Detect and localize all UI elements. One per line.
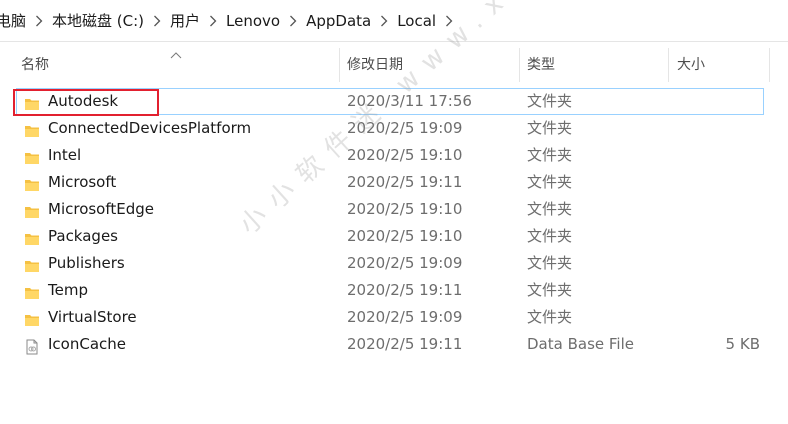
chevron-right-icon[interactable] (146, 14, 168, 28)
file-date: 2020/2/5 19:11 (347, 281, 463, 299)
chevron-right-icon[interactable] (373, 14, 395, 28)
file-date: 2020/2/5 19:09 (347, 308, 463, 326)
file-row-microsoftedge[interactable]: MicrosoftEdge 2020/2/5 19:10 文件夹 (0, 196, 788, 223)
file-date: 2020/2/5 19:11 (347, 335, 463, 353)
file-date: 2020/2/5 19:10 (347, 227, 463, 245)
file-name: Intel (48, 146, 82, 164)
file-date: 2020/2/5 19:09 (347, 119, 463, 137)
file-name: IconCache (48, 335, 127, 353)
file-row-connecteddevicesplatform[interactable]: ConnectedDevicesPlatform 2020/2/5 19:09 … (0, 115, 788, 142)
file-name: MicrosoftEdge (48, 200, 155, 218)
file-icon (24, 337, 40, 355)
file-row-autodesk[interactable]: Autodesk 2020/3/11 17:56 文件夹 (16, 88, 764, 115)
breadcrumb-item-lenovo[interactable]: Lenovo (224, 12, 282, 30)
column-header-date[interactable]: 修改日期 (347, 50, 517, 80)
folder-icon (24, 148, 40, 164)
column-header-size[interactable]: 大小 (677, 50, 767, 80)
breadcrumb-item-pc[interactable]: 电脑 (0, 10, 28, 31)
file-name: Publishers (48, 254, 125, 272)
chevron-right-icon[interactable] (28, 14, 50, 28)
folder-icon (24, 94, 40, 110)
chevron-right-icon[interactable] (202, 14, 224, 28)
file-name: Packages (48, 227, 118, 245)
column-divider[interactable] (668, 48, 669, 82)
folder-icon (24, 202, 40, 218)
file-row-temp[interactable]: Temp 2020/2/5 19:11 文件夹 (0, 277, 788, 304)
folder-icon (24, 283, 40, 299)
file-type: 文件夹 (527, 146, 573, 164)
file-date: 2020/2/5 19:10 (347, 146, 463, 164)
file-name: VirtualStore (48, 308, 137, 326)
column-divider[interactable] (769, 48, 770, 82)
file-row-packages[interactable]: Packages 2020/2/5 19:10 文件夹 (0, 223, 788, 250)
file-type: 文件夹 (527, 227, 573, 245)
file-type: 文件夹 (527, 119, 573, 137)
file-list: Autodesk 2020/3/11 17:56 文件夹 ConnectedDe… (0, 88, 788, 358)
folder-icon (24, 256, 40, 272)
file-type: Data Base File (527, 335, 634, 353)
file-row-intel[interactable]: Intel 2020/2/5 19:10 文件夹 (0, 142, 788, 169)
file-type: 文件夹 (527, 92, 573, 110)
file-date: 2020/2/5 19:09 (347, 254, 463, 272)
folder-icon (24, 121, 40, 137)
file-name: Microsoft (48, 173, 117, 191)
breadcrumb-item-local[interactable]: Local (395, 12, 438, 30)
column-header-row: 名称 修改日期 类型 大小 (0, 42, 788, 86)
column-divider[interactable] (519, 48, 520, 82)
file-type: 文件夹 (527, 308, 573, 326)
folder-icon (24, 175, 40, 191)
chevron-right-icon[interactable] (438, 14, 460, 28)
file-type: 文件夹 (527, 200, 573, 218)
file-date: 2020/3/11 17:56 (347, 92, 472, 110)
chevron-right-icon[interactable] (282, 14, 304, 28)
file-name: Temp (48, 281, 88, 299)
column-divider[interactable] (339, 48, 340, 82)
file-row-virtualstore[interactable]: VirtualStore 2020/2/5 19:09 文件夹 (0, 304, 788, 331)
folder-icon (24, 229, 40, 245)
file-row-publishers[interactable]: Publishers 2020/2/5 19:09 文件夹 (0, 250, 788, 277)
file-type: 文件夹 (527, 281, 573, 299)
file-name: Autodesk (48, 92, 119, 110)
breadcrumb: 电脑 本地磁盘 (C:) 用户 Lenovo AppData Local (0, 0, 788, 42)
breadcrumb-item-disk[interactable]: 本地磁盘 (C:) (50, 10, 146, 31)
breadcrumb-item-users[interactable]: 用户 (168, 10, 202, 31)
file-type: 文件夹 (527, 254, 573, 272)
file-date: 2020/2/5 19:11 (347, 173, 463, 191)
column-header-name[interactable]: 名称 (21, 50, 339, 80)
file-date: 2020/2/5 19:10 (347, 200, 463, 218)
column-header-type[interactable]: 类型 (527, 50, 667, 80)
file-row-microsoft[interactable]: Microsoft 2020/2/5 19:11 文件夹 (0, 169, 788, 196)
file-row-iconcache[interactable]: IconCache 2020/2/5 19:11 Data Base File … (0, 331, 788, 358)
breadcrumb-item-appdata[interactable]: AppData (304, 12, 373, 30)
folder-icon (24, 310, 40, 326)
file-size: 5 KB (725, 335, 760, 353)
file-name: ConnectedDevicesPlatform (48, 119, 252, 137)
file-type: 文件夹 (527, 173, 573, 191)
